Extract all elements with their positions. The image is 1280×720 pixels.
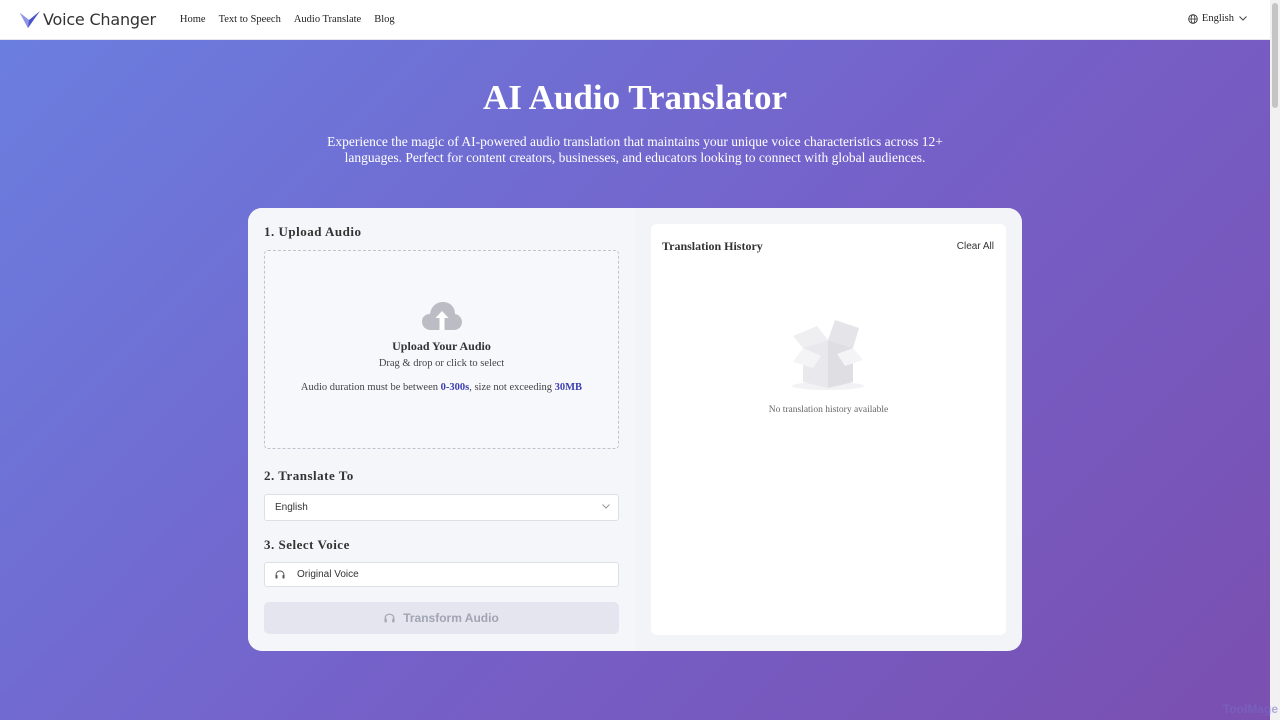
scrollbar-thumb[interactable] bbox=[1272, 3, 1278, 108]
upload-title: Upload Your Audio bbox=[392, 339, 491, 353]
history-title: Translation History bbox=[662, 239, 763, 253]
translator-card: 1. Upload Audio Upload Your Audio Drag &… bbox=[248, 208, 1022, 651]
logo[interactable]: Voice Changer bbox=[19, 10, 156, 30]
chevron-down-icon bbox=[1239, 16, 1247, 21]
page-subtitle: Experience the magic of AI-powered audio… bbox=[327, 134, 943, 165]
scrollbar[interactable] bbox=[1270, 0, 1280, 720]
top-nav-bar: Voice Changer Home Text to Speech Audio … bbox=[0, 0, 1270, 40]
upload-limit-prefix: Audio duration must be between bbox=[300, 382, 441, 393]
nav-text-to-speech[interactable]: Text to Speech bbox=[219, 14, 281, 25]
upload-limit: Audio duration must be between 0-300s, s… bbox=[265, 382, 618, 393]
translate-section-title: 2. Translate To bbox=[264, 468, 354, 483]
upload-hint: Drag & drop or click to select bbox=[378, 358, 505, 369]
empty-history-text: No translation history available bbox=[768, 405, 889, 415]
globe-icon bbox=[1188, 13, 1198, 24]
chevron-down-icon bbox=[602, 504, 610, 509]
page-title: AI Audio Translator bbox=[482, 78, 788, 117]
voice-section-title: 3. Select Voice bbox=[264, 537, 350, 552]
nav-home[interactable]: Home bbox=[180, 14, 206, 25]
empty-box-icon bbox=[792, 320, 864, 390]
target-language-value: English bbox=[275, 502, 308, 513]
upload-section-title: 1. Upload Audio bbox=[264, 224, 362, 239]
app-name: Voice Changer bbox=[43, 10, 156, 29]
language-label: English bbox=[1201, 13, 1234, 24]
clear-all-button[interactable]: Clear All bbox=[957, 241, 994, 252]
translation-history-panel: Translation History Clear All No transla… bbox=[651, 224, 1006, 635]
upload-limit-middle: , size not exceeding bbox=[469, 382, 555, 393]
voice-value: Original Voice bbox=[297, 569, 359, 580]
watermark-logo: ToolMage bbox=[1222, 702, 1278, 716]
target-language-select[interactable]: English bbox=[264, 494, 619, 521]
transform-audio-button[interactable]: Transform Audio bbox=[264, 602, 619, 634]
transform-button-label: Transform Audio bbox=[403, 611, 499, 625]
headphones-icon bbox=[384, 613, 395, 623]
nav-blog[interactable]: Blog bbox=[374, 14, 394, 25]
headphones-icon bbox=[275, 570, 285, 579]
upload-limit-duration: 0-300s bbox=[440, 382, 470, 393]
main-nav: Home Text to Speech Audio Translate Blog bbox=[180, 14, 408, 25]
upload-limit-size: 30MB bbox=[554, 382, 583, 393]
nav-audio-translate[interactable]: Audio Translate bbox=[294, 14, 361, 25]
language-selector[interactable]: English bbox=[1188, 13, 1247, 24]
translator-form: 1. Upload Audio Upload Your Audio Drag &… bbox=[248, 208, 635, 651]
cloud-upload-icon bbox=[422, 302, 462, 330]
logo-icon bbox=[20, 10, 40, 28]
audio-dropzone[interactable]: Upload Your Audio Drag & drop or click t… bbox=[264, 250, 619, 449]
voice-select[interactable]: Original Voice bbox=[264, 562, 619, 587]
